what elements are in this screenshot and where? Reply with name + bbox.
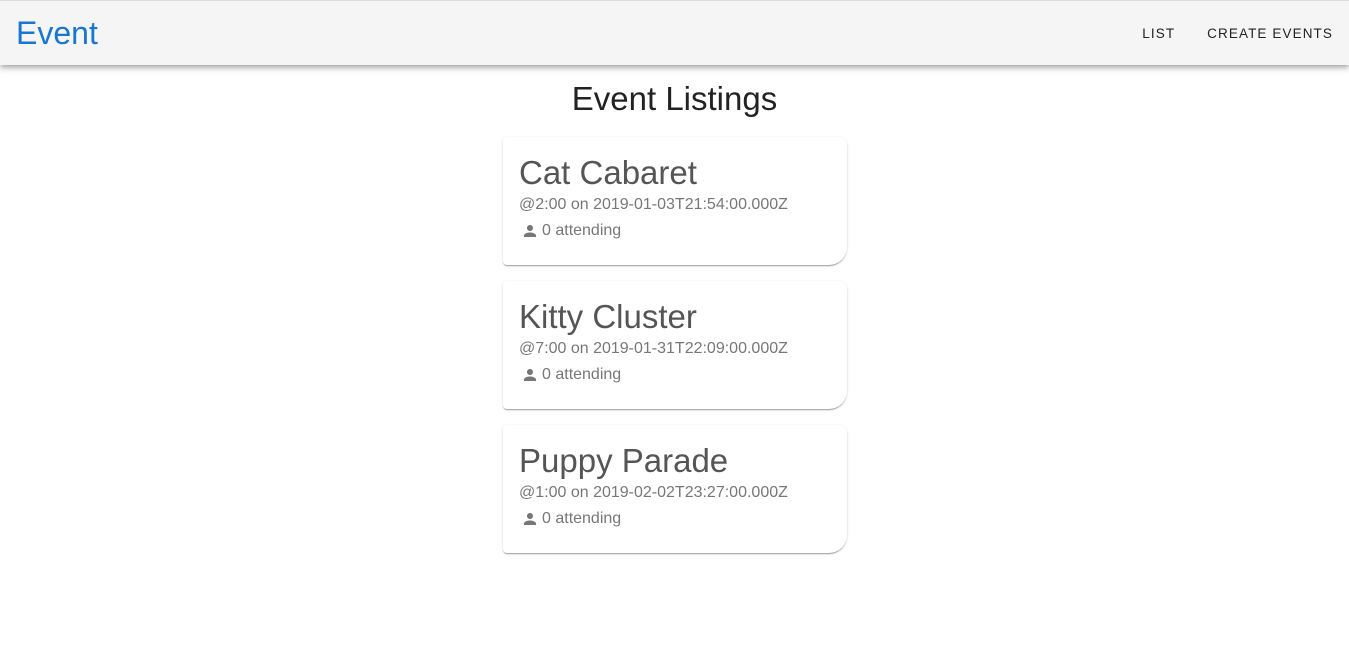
person-icon — [524, 513, 536, 525]
attending-count: 0 attending — [542, 510, 622, 527]
nav-create-events-button[interactable]: Create Events — [1191, 18, 1349, 49]
app-title[interactable]: Event — [16, 15, 98, 52]
event-card[interactable]: Cat Cabaret @2:00 on 2019-01-03T21:54:00… — [503, 137, 847, 265]
page-title: Event Listings — [571, 80, 778, 117]
event-name: Kitty Cluster — [519, 298, 697, 335]
event-time: @7:00 on 2019-01-31T22:09:00.000Z — [519, 340, 788, 357]
nav-list-button[interactable]: List — [1126, 18, 1191, 49]
event-name: Puppy Parade — [519, 442, 729, 479]
person-icon — [524, 369, 536, 381]
event-card[interactable]: Puppy Parade @1:00 on 2019-02-02T23:27:0… — [503, 425, 847, 553]
attending-count: 0 attending — [542, 222, 622, 239]
event-name: Cat Cabaret — [519, 154, 697, 191]
event-time: @1:00 on 2019-02-02T23:27:00.000Z — [519, 484, 788, 501]
person-icon — [524, 225, 536, 237]
attending-count: 0 attending — [542, 366, 622, 383]
event-list: Cat Cabaret @2:00 on 2019-01-03T21:54:00… — [503, 137, 847, 569]
event-card[interactable]: Kitty Cluster @7:00 on 2019-01-31T22:09:… — [503, 281, 847, 409]
event-time: @2:00 on 2019-01-03T21:54:00.000Z — [519, 196, 788, 213]
app-bar: Event List Create Events — [0, 0, 1349, 65]
